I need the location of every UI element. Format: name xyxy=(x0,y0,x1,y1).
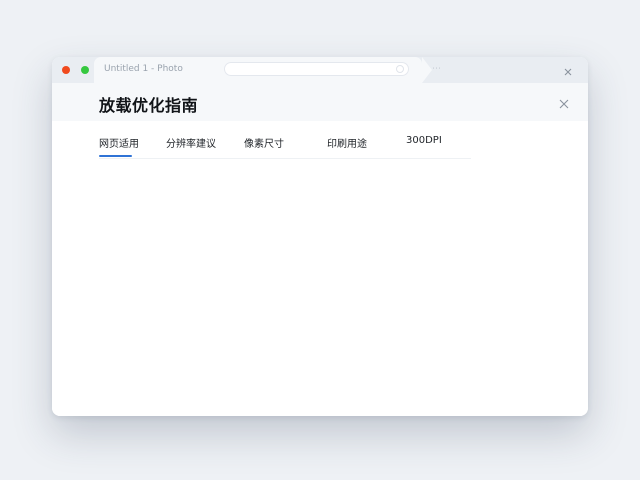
tab-print-use[interactable]: 印刷用途 xyxy=(327,135,367,150)
reload-icon[interactable] xyxy=(396,65,404,73)
address-bar[interactable] xyxy=(224,62,409,76)
browser-window: Untitled 1 - Photo ⋯ 放载优化指南 网页适用 分辨率建议 像… xyxy=(52,57,588,416)
tab-web-use[interactable]: 网页适用 xyxy=(99,135,139,150)
tab-resolution[interactable]: 分辨率建议 xyxy=(166,135,216,150)
tab-bar: 网页适用 分辨率建议 像素尺寸 印刷用途 300DPI xyxy=(99,134,471,159)
tab-300dpi[interactable]: 300DPI xyxy=(406,135,442,146)
browser-tab[interactable]: Untitled 1 - Photo xyxy=(94,57,432,83)
tab-pixel-size[interactable]: 像素尺寸 xyxy=(244,135,284,150)
tab-content-panel xyxy=(52,159,588,416)
browser-tab-title: Untitled 1 - Photo xyxy=(104,64,183,74)
new-tab-icon[interactable]: ⋯ xyxy=(432,64,441,74)
close-window-dot[interactable] xyxy=(62,66,70,74)
active-tab-indicator xyxy=(99,155,132,157)
title-bar: Untitled 1 - Photo ⋯ xyxy=(52,57,588,83)
page-title: 放载优化指南 xyxy=(99,96,199,115)
dialog-header: 放载优化指南 xyxy=(52,83,588,121)
maximize-window-dot[interactable] xyxy=(81,66,89,74)
window-close-icon[interactable] xyxy=(562,63,574,76)
dialog-close-icon[interactable] xyxy=(558,95,570,109)
